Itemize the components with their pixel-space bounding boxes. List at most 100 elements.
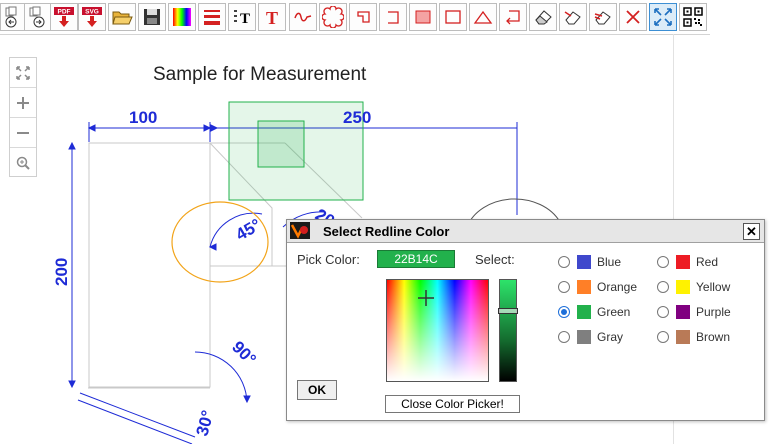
ok-button[interactable]: OK (297, 380, 337, 400)
save-button[interactable] (138, 3, 166, 31)
fit-window-button[interactable] (649, 3, 677, 31)
qr-code-button[interactable] (679, 3, 707, 31)
bracket-button[interactable] (379, 3, 407, 31)
brightness-slider[interactable] (498, 279, 518, 382)
radio-green[interactable] (558, 306, 570, 318)
radio-orange[interactable] (558, 281, 570, 293)
erase-all-button[interactable] (589, 3, 617, 31)
triangle-icon (473, 10, 493, 24)
fit-arrows-icon (654, 8, 672, 26)
cloud-button[interactable] (319, 3, 347, 31)
color-option-gray[interactable]: Gray (558, 329, 623, 345)
text-tool-button[interactable]: T (258, 3, 286, 31)
app-logo-icon (290, 222, 310, 239)
radio-gray[interactable] (558, 331, 570, 343)
color-option-orange[interactable]: Orange (558, 279, 637, 295)
pick-color-value-field[interactable]: 22B14C (377, 250, 455, 268)
cloud-icon (322, 6, 344, 28)
line-width-button[interactable] (198, 3, 226, 31)
color-option-purple[interactable]: Purple (657, 304, 731, 320)
delete-button[interactable] (619, 3, 647, 31)
filled-rect-button[interactable] (409, 3, 437, 31)
callout-button[interactable] (349, 3, 377, 31)
color-option-brown[interactable]: Brown (657, 329, 730, 345)
text-size-button[interactable]: T (228, 3, 256, 31)
qr-code-icon (683, 7, 703, 27)
swatch-blue (577, 255, 591, 269)
color-option-label: Yellow (696, 280, 731, 294)
green-inner-rectangle-markup[interactable] (257, 120, 305, 168)
pdf-download-icon: PDF (54, 7, 74, 27)
color-option-red[interactable]: Red (657, 254, 718, 270)
arrow-button[interactable] (499, 3, 527, 31)
plus-icon (17, 96, 29, 109)
radio-blue[interactable] (558, 256, 570, 268)
color-option-label: Blue (597, 255, 622, 269)
redo-button[interactable] (24, 3, 52, 31)
color-button[interactable] (168, 3, 196, 31)
svg-text:SVG: SVG (85, 9, 99, 16)
dimension-label-200: 200 (52, 258, 71, 286)
radio-yellow[interactable] (657, 281, 669, 293)
erase-markup-button[interactable] (559, 3, 587, 31)
swatch-brown (676, 330, 690, 344)
zoom-extents-button[interactable] (10, 58, 36, 88)
radio-brown[interactable] (657, 331, 669, 343)
dialog-close-button[interactable]: ✕ (743, 223, 760, 240)
export-svg-button[interactable]: SVG (78, 3, 106, 31)
zoom-in-button[interactable] (10, 88, 36, 118)
dimension-label-250: 250 (343, 108, 371, 127)
zoom-out-button[interactable] (10, 118, 36, 148)
svg-text:T: T (266, 8, 278, 28)
dialog-title: Select Redline Color (323, 224, 450, 239)
undo-icon (5, 6, 17, 28)
freehand-button[interactable] (289, 3, 317, 31)
eraser-button[interactable] (529, 3, 557, 31)
close-x-icon (626, 10, 640, 24)
dialog-titlebar[interactable]: Select Redline Color ✕ (287, 220, 764, 243)
text-size-icon: T (234, 10, 250, 27)
brightness-slider-handle[interactable] (498, 308, 518, 314)
close-color-picker-button[interactable]: Close Color Picker! (385, 395, 520, 413)
color-option-label: Green (597, 305, 631, 319)
color-option-yellow[interactable]: Yellow (657, 279, 730, 295)
swatch-green (577, 305, 591, 319)
svg-download-icon: SVG (82, 7, 102, 27)
color-spectrum-picker[interactable] (386, 279, 489, 382)
zoom-window-button[interactable] (10, 148, 36, 177)
dimension-label-30deg: 30° (193, 408, 218, 438)
swatch-yellow (676, 280, 690, 294)
color-palette-icon (173, 8, 191, 26)
eraser-markup-icon (564, 11, 581, 25)
eraser-icon (535, 10, 552, 25)
triangle-button[interactable] (469, 3, 497, 31)
export-pdf-button[interactable]: PDF (50, 3, 78, 31)
expand-icon (16, 65, 30, 80)
minus-icon (17, 131, 29, 134)
filled-rectangle-icon (415, 10, 431, 24)
open-folder-icon (112, 11, 133, 25)
open-button[interactable] (108, 3, 136, 31)
swatch-purple (676, 305, 690, 319)
radio-purple[interactable] (657, 306, 669, 318)
toolbar: PDF SVG T T (0, 0, 710, 35)
eraser-all-icon (594, 11, 611, 25)
color-option-green[interactable]: Green (558, 304, 630, 320)
redo-icon (29, 6, 45, 28)
radio-red[interactable] (657, 256, 669, 268)
swatch-gray (577, 330, 591, 344)
rectangle-icon (445, 10, 461, 24)
rect-button[interactable] (439, 3, 467, 31)
swatch-red (676, 255, 690, 269)
color-option-label: Red (696, 255, 719, 269)
return-arrow-icon (506, 10, 520, 25)
callout-icon (357, 11, 370, 23)
save-disk-icon (144, 9, 160, 25)
select-label: Select: (475, 252, 515, 267)
bracket-icon (388, 11, 399, 24)
color-option-blue[interactable]: Blue (558, 254, 621, 270)
orange-ellipse-markup[interactable] (171, 201, 269, 283)
freehand-icon (294, 12, 312, 22)
color-option-label: Orange (597, 280, 638, 294)
drawing-part-outline (88, 142, 211, 388)
